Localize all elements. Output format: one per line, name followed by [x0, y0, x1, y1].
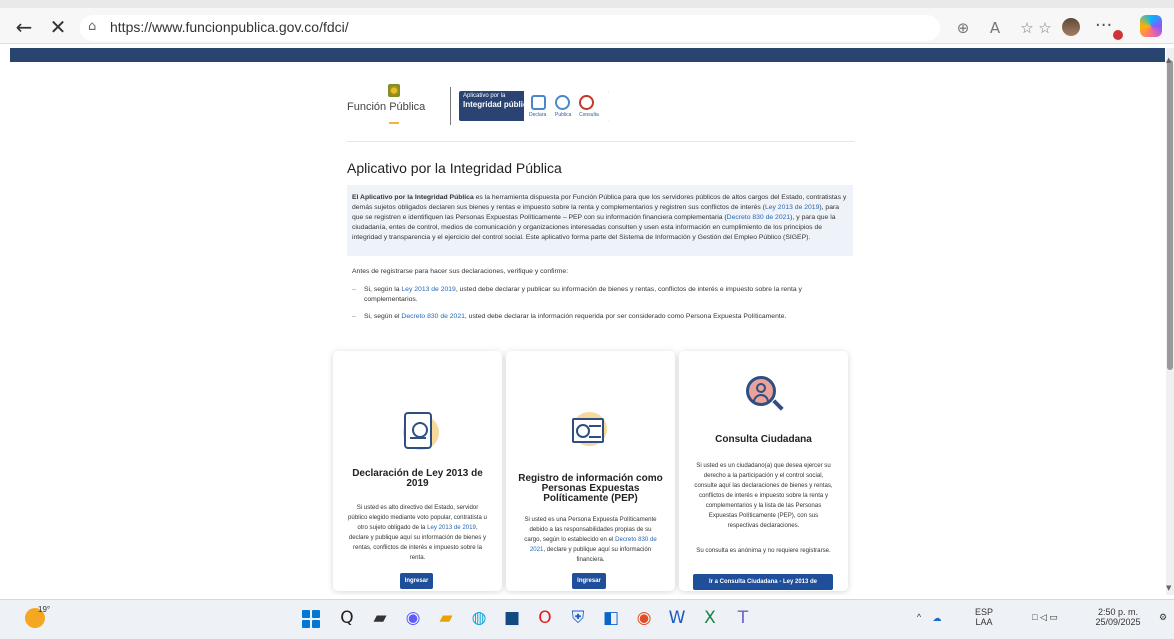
integrity-app-logo: Aplicativo por la Integridad pública Dec… — [459, 91, 609, 121]
more-icon[interactable]: ··· — [1095, 15, 1112, 36]
notification-badge — [1113, 30, 1123, 40]
consulta-icon — [579, 95, 594, 110]
app-logo-name: Integridad pública — [463, 100, 532, 109]
excel-icon[interactable]: X — [699, 607, 721, 629]
scroll-down-icon[interactable]: ▼ — [1166, 584, 1171, 592]
introduction-text: El Aplicativo por la Integridad Pública … — [352, 193, 848, 243]
declara-label: Declara — [529, 112, 547, 118]
profile-avatar[interactable] — [1062, 18, 1080, 36]
language-region[interactable]: LAA — [975, 617, 992, 627]
introduction-lead: El Aplicativo por la Integridad Pública — [352, 194, 474, 201]
settings-icon[interactable]: ⚙ — [1157, 612, 1169, 622]
verification-instruction: Antes de registrarse para hacer sus decl… — [352, 268, 569, 275]
citizen-consult-icon — [746, 376, 776, 406]
coat-of-arms-icon — [388, 84, 400, 97]
weather-temperature: 19° — [38, 605, 51, 614]
clock-time[interactable]: 2:50 p. m. — [1098, 607, 1138, 617]
site-logo: Función Pública Aplicativo por la Integr… — [347, 83, 857, 135]
consulta-label: Consulta — [579, 112, 599, 118]
verification-suffix: , usted debe declarar la información req… — [464, 313, 787, 320]
page-top-accent — [10, 48, 1165, 62]
citizen-consult-card: Consulta Ciudadana Si usted es un ciudad… — [679, 351, 848, 591]
page-scrollbar-thumb[interactable] — [1167, 60, 1173, 370]
close-icon[interactable]: ✕ — [47, 16, 69, 38]
favorite-icon[interactable]: ☆ — [1017, 18, 1037, 38]
citizen-consult-title: Consulta Ciudadana — [715, 434, 812, 445]
page-title: Aplicativo por la Integridad Pública — [347, 160, 562, 176]
header-divider — [347, 141, 855, 142]
language-code[interactable]: ESP — [975, 607, 993, 617]
decreto-830-link[interactable]: Decreto 830 de 2021 — [727, 214, 791, 221]
citizen-shoulders-icon — [753, 394, 769, 402]
back-icon[interactable]: ← — [13, 16, 35, 38]
declara-icon — [531, 95, 546, 110]
citizen-consult-note: Su consulta es anónima y no requiere reg… — [696, 547, 831, 554]
verification-item-ley-2013: Si, según la Ley 2013 de 2019, usted deb… — [352, 285, 807, 305]
edge-icon[interactable]: ◍ — [468, 607, 490, 629]
verification-prefix: Si, según la — [364, 286, 402, 293]
verification-item-decreto-830: Si, según el Decreto 830 de 2021, usted … — [352, 312, 807, 322]
collections-icon[interactable]: ☆ — [1035, 18, 1055, 38]
declaration-icon — [404, 412, 432, 449]
onedrive-icon[interactable]: ☁ — [930, 613, 944, 623]
chat-icon[interactable]: ◉ — [402, 607, 424, 629]
scroll-up-icon[interactable]: ▲ — [1166, 56, 1171, 64]
verification-ley-2013-link[interactable]: Ley 2013 de 2019 — [401, 286, 455, 293]
pep-body-suffix: , declare y publique aquí su información… — [543, 546, 652, 563]
citizen-head-icon — [756, 383, 766, 393]
brand-name: Función Pública — [347, 101, 426, 113]
address-text[interactable]: https://www.funcionpublica.gov.co/fdci/ — [110, 19, 349, 35]
copilot-icon[interactable] — [1140, 15, 1162, 37]
language-indicator[interactable]: ESP LAA — [974, 607, 994, 627]
site-info-icon[interactable]: ⌂ — [88, 19, 104, 35]
declaration-card-title: Declaración de Ley 2013 de 2019 — [352, 468, 483, 489]
brand-underline — [389, 122, 399, 124]
pep-card-body: Si usted es una Persona Expuesta Polític… — [521, 515, 660, 565]
search-icon[interactable]: Q — [336, 607, 358, 629]
file-explorer-icon[interactable]: ▰ — [435, 607, 457, 629]
verification-list: Si, según la Ley 2013 de 2019 , usted deb… — [352, 285, 807, 329]
word-icon[interactable]: W — [666, 607, 688, 629]
opera-icon[interactable]: O — [534, 607, 556, 629]
pep-icon — [572, 418, 604, 443]
ley-2013-link[interactable]: Ley 2013 de 2019 — [765, 204, 819, 211]
logo-divider — [450, 87, 451, 125]
citizen-consult-button[interactable]: Ir a Consulta Ciudadana - Ley 2013 de — [693, 574, 833, 590]
introduction-box: El Aplicativo por la Integridad Pública … — [347, 185, 853, 256]
pep-ingresar-button[interactable]: Ingresar — [572, 573, 606, 589]
start-icon[interactable] — [302, 610, 320, 628]
zoom-icon[interactable]: ⊕ — [953, 18, 973, 38]
publica-label: Publica — [555, 112, 572, 118]
clock-date[interactable]: 25/09/2025 — [1095, 617, 1140, 627]
service-cards: Declaración de Ley 2013 de 2019 Si usted… — [333, 351, 860, 591]
security-icon[interactable]: ⛨ — [567, 607, 589, 629]
citizen-consult-body: Si usted es un ciudadano(a) que desea ej… — [694, 462, 833, 529]
outlook-icon[interactable]: ◧ — [600, 607, 622, 629]
clock[interactable]: 2:50 p. m. 25/09/2025 — [1088, 607, 1148, 627]
pep-card-title: Registro de información como Personas Ex… — [518, 473, 663, 504]
read-aloud-icon[interactable]: A — [985, 18, 1005, 38]
declaration-card: Declaración de Ley 2013 de 2019 Si usted… — [333, 351, 502, 591]
declaration-ingresar-button[interactable]: Ingresar — [400, 573, 433, 589]
tray-overflow-icon[interactable]: ^ — [914, 612, 924, 622]
app-logo-small-text: Aplicativo por la — [463, 93, 506, 99]
web-page: Función Pública Aplicativo por la Integr… — [10, 48, 1165, 595]
store-icon[interactable]: ■ — [501, 607, 523, 629]
verification-decreto-830-link[interactable]: Decreto 830 de 2021 — [401, 313, 465, 320]
system-tray-icons[interactable]: □ ◁ ▭ — [1020, 612, 1070, 622]
tab-strip — [0, 0, 1174, 8]
funcion-publica-logo: Función Pública — [347, 83, 442, 130]
pep-card: Registro de información como Personas Ex… — [506, 351, 675, 591]
task-view-icon[interactable]: ▰ — [369, 607, 391, 629]
chrome-icon[interactable]: ◉ — [633, 607, 655, 629]
publica-icon — [555, 95, 570, 110]
declaration-card-body: Si usted es alto directivo del Estado, s… — [348, 503, 487, 563]
teams-icon[interactable]: T — [732, 607, 754, 629]
verification-prefix: Si, según el — [364, 313, 402, 320]
declaration-ley-2013-link[interactable]: Ley 2013 de 2019 — [427, 524, 476, 531]
